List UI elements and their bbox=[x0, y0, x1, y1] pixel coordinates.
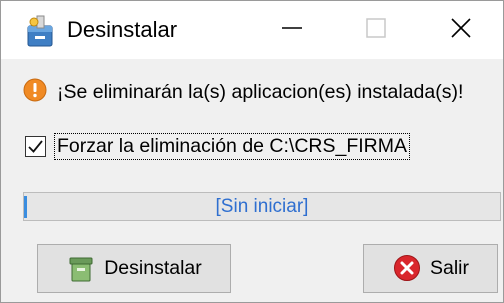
cancel-icon bbox=[392, 254, 422, 284]
minimize-icon bbox=[280, 16, 304, 45]
minimize-button[interactable] bbox=[257, 1, 327, 59]
uninstall-button-label: Desinstalar bbox=[104, 257, 202, 279]
maximize-button[interactable] bbox=[341, 1, 411, 59]
exit-button-label: Salir bbox=[429, 257, 469, 279]
uninstall-button[interactable]: Desinstalar bbox=[37, 244, 231, 293]
uninstall-dialog: Desinstalar ¡Se eliminarán la(s) aplicac… bbox=[0, 0, 504, 303]
close-button[interactable] bbox=[426, 1, 496, 59]
exit-button[interactable]: Salir bbox=[363, 244, 498, 293]
force-remove-checkbox[interactable] bbox=[25, 135, 46, 157]
warning-icon bbox=[23, 78, 47, 107]
title-bar: Desinstalar bbox=[1, 1, 503, 59]
warning-text: ¡Se eliminarán la(s) aplicacion(es) inst… bbox=[57, 80, 464, 103]
window-title: Desinstalar bbox=[67, 17, 178, 42]
force-remove-option[interactable]: Forzar la eliminación de C:\CRS_FIRMA bbox=[25, 132, 411, 160]
installer-package-icon bbox=[25, 14, 55, 48]
force-remove-label[interactable]: Forzar la eliminación de C:\CRS_FIRMA bbox=[54, 132, 411, 160]
maximize-icon bbox=[365, 17, 387, 44]
trash-bin-icon bbox=[66, 254, 96, 284]
progress-bar: [Sin iniciar] bbox=[23, 192, 501, 221]
warning-message: ¡Se eliminarán la(s) aplicacion(es) inst… bbox=[23, 77, 463, 107]
progress-status: [Sin iniciar] bbox=[215, 195, 309, 217]
close-icon bbox=[449, 16, 473, 45]
checkmark-icon bbox=[28, 139, 43, 153]
